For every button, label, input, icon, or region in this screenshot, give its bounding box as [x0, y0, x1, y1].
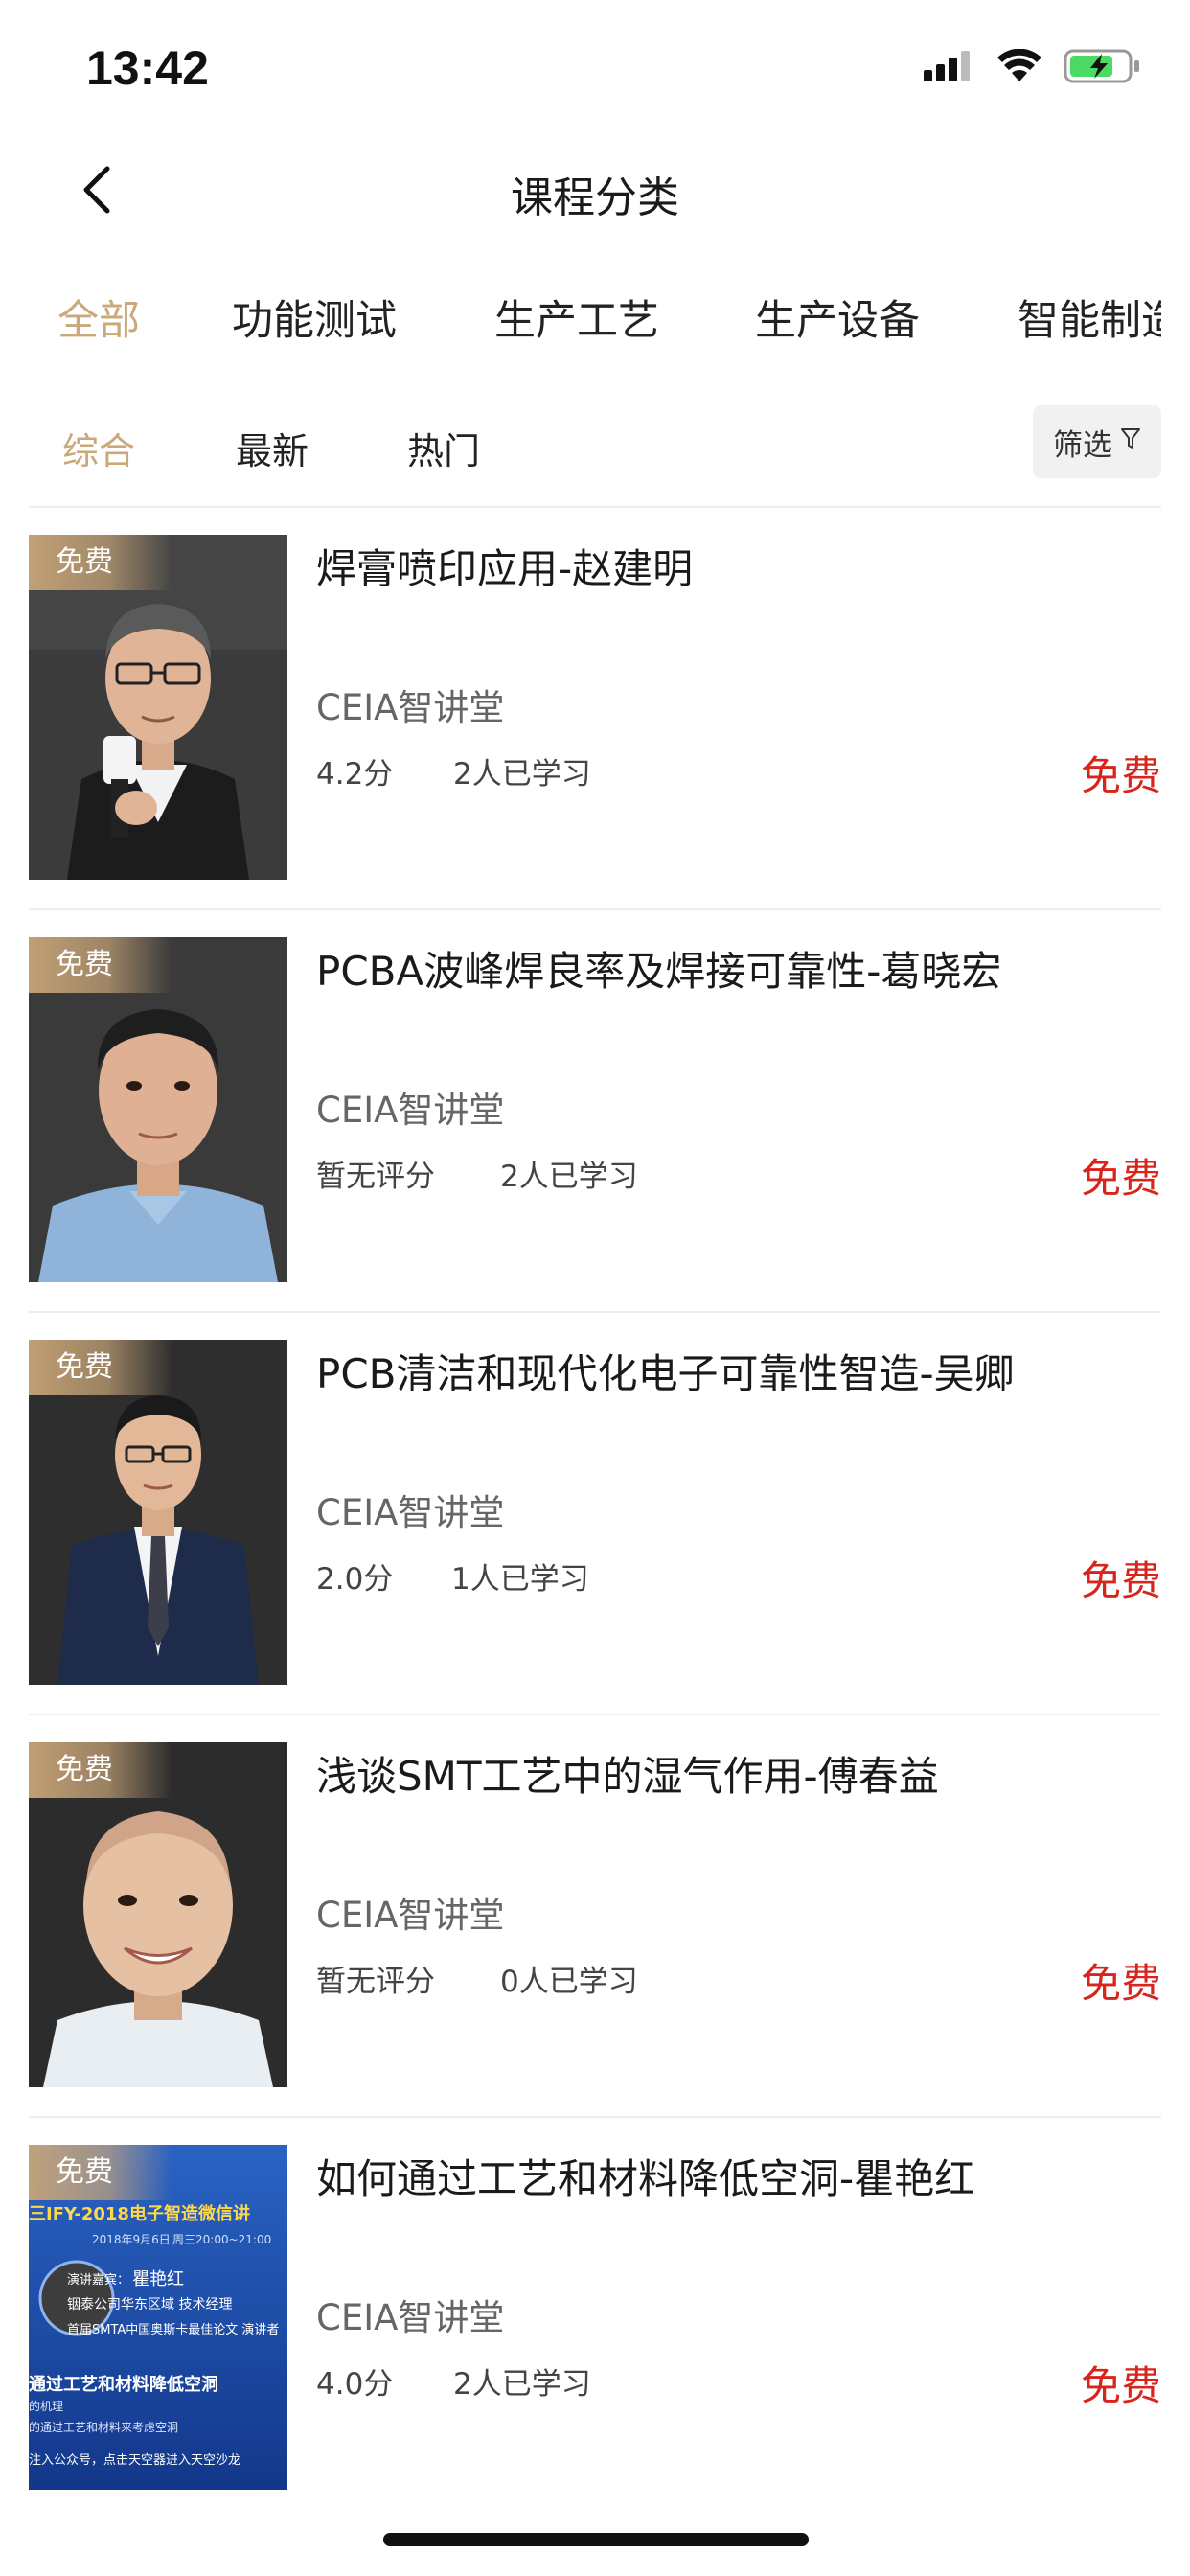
course-learners: 0人已学习 — [500, 1965, 638, 1999]
course-provider: CEIA智讲堂 — [316, 1895, 505, 1936]
course-thumbnail: 三IFY-2018电子智造微信讲 2018年9月6日 周三20:00~21:00… — [29, 2145, 287, 2490]
filter-button[interactable]: 筛选 — [1033, 405, 1161, 478]
course-thumbnail: 免费 — [29, 1340, 287, 1685]
course-item[interactable]: 免费 PCB清洁和现代化电子可靠性智造-吴卿 CEIA智讲堂 2.0分 1人已学… — [0, 1313, 1190, 1715]
course-list: 免费 焊膏喷印应用-赵建明 CEIA智讲堂 4.2分 2人已学习 免费 免费 P… — [0, 508, 1190, 2520]
wifi-icon — [996, 48, 1042, 87]
status-time: 13:42 — [86, 41, 209, 95]
course-learners: 2人已学习 — [453, 2367, 591, 2402]
page-title: 课程分类 — [511, 173, 679, 222]
signal-icon — [924, 49, 975, 87]
tab-production-equipment[interactable]: 生产设备 — [755, 288, 920, 347]
category-tabs: 全部 功能测试 生产工艺 生产设备 智能制造 — [0, 278, 1161, 355]
poster-line: 的机理 — [29, 2400, 64, 2413]
course-price: 免费 — [1080, 1960, 1161, 2007]
sort-tab-overall[interactable]: 综合 — [62, 422, 135, 474]
free-tag: 免费 — [29, 1742, 172, 1798]
sort-bar: 综合 最新 热门 筛选 — [0, 402, 1190, 489]
course-thumbnail: 免费 — [29, 535, 287, 880]
course-learners: 2人已学习 — [500, 1160, 638, 1194]
course-price: 免费 — [1080, 1557, 1161, 1604]
course-title: PCB清洁和现代化电子可靠性智造-吴卿 — [316, 1350, 1015, 1397]
course-rating: 4.2分 — [316, 757, 394, 792]
course-thumbnail: 免费 — [29, 1742, 287, 2087]
course-item[interactable]: 三IFY-2018电子智造微信讲 2018年9月6日 周三20:00~21:00… — [0, 2118, 1190, 2520]
course-rating: 暂无评分 — [316, 1965, 435, 1999]
course-rating: 2.0分 — [316, 1562, 394, 1597]
sort-tab-latest[interactable]: 最新 — [236, 422, 309, 474]
course-item[interactable]: 免费 焊膏喷印应用-赵建明 CEIA智讲堂 4.2分 2人已学习 免费 — [0, 508, 1190, 910]
tab-smart-manufacturing[interactable]: 智能制造 — [1018, 288, 1161, 347]
course-price: 免费 — [1080, 1155, 1161, 1202]
course-rating: 4.0分 — [316, 2367, 394, 2402]
poster-topic: 通过工艺和材料降低空洞 — [29, 2375, 218, 2395]
free-tag: 免费 — [29, 1340, 172, 1395]
course-thumbnail: 免费 — [29, 937, 287, 1282]
free-tag: 免费 — [29, 535, 172, 590]
course-provider: CEIA智讲堂 — [316, 1090, 505, 1131]
tab-function-test[interactable]: 功能测试 — [232, 288, 397, 347]
poster-line: 的通过工艺和材料来考虑空洞 — [29, 2421, 179, 2434]
course-title: 焊膏喷印应用-赵建明 — [316, 545, 694, 592]
course-learners: 1人已学习 — [451, 1562, 589, 1597]
course-title: 如何通过工艺和材料降低空洞-瞿艳红 — [316, 2155, 975, 2202]
sort-tab-popular[interactable]: 热门 — [407, 422, 480, 474]
course-price: 免费 — [1080, 2362, 1161, 2409]
course-item[interactable]: 免费 浅谈SMT工艺中的湿气作用-傅春益 CEIA智讲堂 暂无评分 0人已学习 … — [0, 1715, 1190, 2118]
course-provider: CEIA智讲堂 — [316, 2297, 505, 2338]
nav-bar: 课程分类 — [0, 134, 1190, 249]
poster-company: 铟泰公司华东区域 技术经理 — [67, 2297, 233, 2312]
course-title: PCBA波峰焊良率及焊接可靠性-葛晓宏 — [316, 948, 1002, 995]
poster-date: 2018年9月6日 — [92, 2233, 171, 2246]
poster-headline: 三IFY-2018电子智造微信讲 — [29, 2204, 250, 2224]
status-bar: 13:42 — [0, 0, 1190, 134]
poster-speaker-label: 演讲嘉宾： — [67, 2273, 130, 2288]
tab-all[interactable]: 全部 — [57, 288, 140, 347]
home-indicator[interactable] — [383, 2533, 809, 2546]
poster-award: 首届SMTA中国奥斯卡最佳论文 演讲者 — [67, 2323, 280, 2337]
course-title: 浅谈SMT工艺中的湿气作用-傅春益 — [316, 1753, 939, 1800]
poster-time: 周三20:00~21:00 — [172, 2233, 272, 2246]
course-learners: 2人已学习 — [453, 757, 591, 792]
tab-production-process[interactable]: 生产工艺 — [494, 288, 659, 347]
course-provider: CEIA智讲堂 — [316, 1492, 505, 1533]
free-tag: 免费 — [29, 937, 172, 993]
status-icons — [924, 48, 1140, 88]
course-rating: 暂无评分 — [316, 1160, 435, 1194]
filter-icon — [1120, 425, 1141, 459]
poster-line: 注入公众号，点击天空器进入天空沙龙 — [29, 2453, 241, 2468]
course-provider: CEIA智讲堂 — [316, 687, 505, 728]
free-tag: 免费 — [29, 2145, 172, 2200]
poster-speaker: 瞿艳红 — [132, 2269, 184, 2289]
course-price: 免费 — [1080, 752, 1161, 799]
battery-charging-icon — [1064, 48, 1140, 88]
course-item[interactable]: 免费 PCBA波峰焊良率及焊接可靠性-葛晓宏 CEIA智讲堂 暂无评分 2人已学… — [0, 910, 1190, 1313]
filter-label: 筛选 — [1053, 427, 1112, 463]
